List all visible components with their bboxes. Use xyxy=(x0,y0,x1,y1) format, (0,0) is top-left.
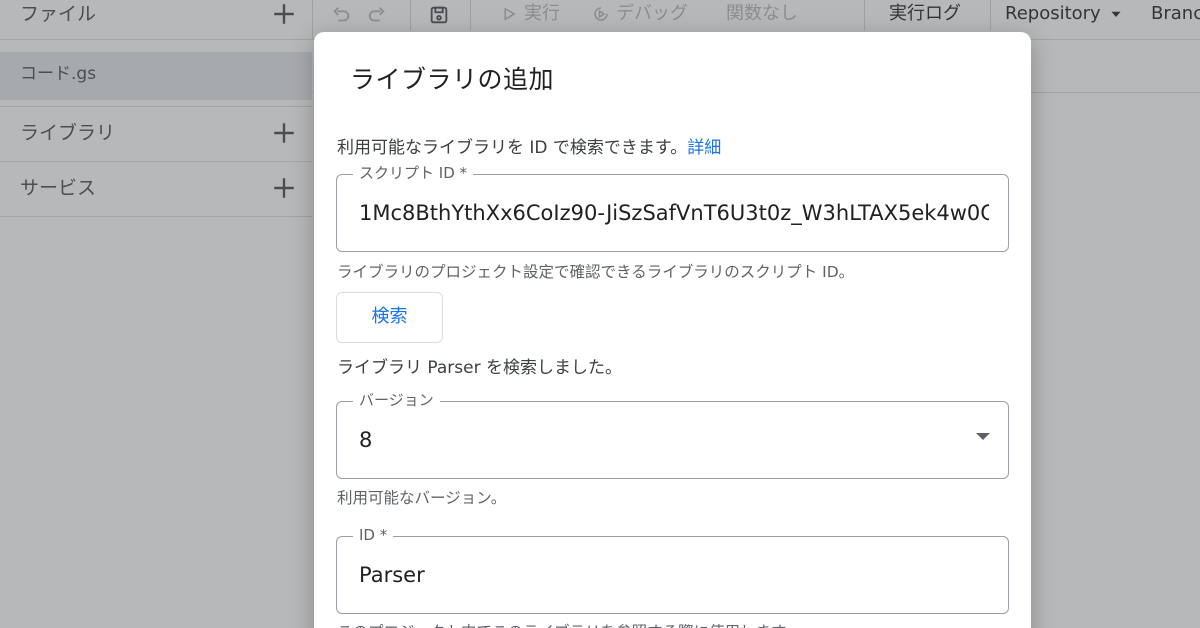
intro-text: 利用可能なライブラリを ID で検索できます。 xyxy=(337,138,688,158)
learn-more-link[interactable]: 詳細 xyxy=(687,138,721,158)
search-result-text: ライブラリ Parser を検索しました。 xyxy=(337,358,623,378)
version-helper: 利用可能なバージョン。 xyxy=(337,489,507,507)
script-id-input[interactable]: 1Mc8BthYthXx6CoIz90-JiSzSafVnT6U3t0z_W3h… xyxy=(359,175,989,251)
dropdown-arrow-icon xyxy=(976,433,990,440)
version-value: 8 xyxy=(359,428,373,452)
identifier-helper: このプロジェクト内でこのライブラリを参照する際に使用します。 xyxy=(337,620,800,628)
dialog-title: ライブラリの追加 xyxy=(350,65,555,94)
version-select[interactable]: バージョン 8 xyxy=(336,390,1009,479)
identifier-input[interactable]: Parser xyxy=(359,537,989,613)
identifier-field[interactable]: ID * Parser xyxy=(336,525,1009,614)
script-id-helper: ライブラリのプロジェクト設定で確認できるライブラリのスクリプト ID。 xyxy=(337,263,855,281)
add-library-dialog: ライブラリの追加 利用可能なライブラリを ID で検索できます。詳細 スクリプト… xyxy=(314,32,1031,628)
search-button[interactable]: 検索 xyxy=(336,292,443,343)
dialog-intro: 利用可能なライブラリを ID で検索できます。詳細 xyxy=(337,133,721,158)
script-id-field[interactable]: スクリプト ID * 1Mc8BthYthXx6CoIz90-JiSzSafVn… xyxy=(336,163,1009,252)
